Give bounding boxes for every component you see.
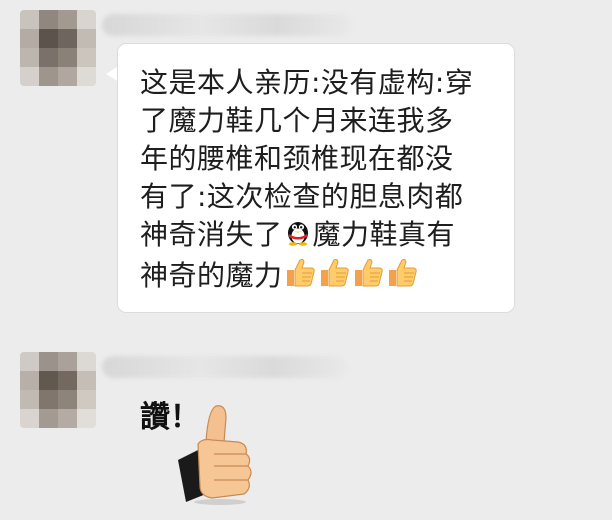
thumbs-up-emoji-icon — [351, 256, 385, 298]
thumbs-up-emoji-icon — [385, 256, 419, 298]
message-line: 有了:这次检查的胆息肉都 — [140, 180, 464, 213]
message-line: 年的腰椎和颈椎现在都没 — [140, 142, 454, 175]
message-line: 神奇消失了 — [140, 218, 283, 251]
thumbs-up-emoji-icon — [283, 256, 317, 298]
thumbs-up-hand-sticker-icon[interactable] — [172, 402, 258, 510]
sender-name-blurred — [102, 14, 352, 36]
sender-name-blurred — [102, 356, 347, 378]
thumbs-up-emoji-icon — [317, 256, 351, 298]
message-line: 神奇的魔力 — [140, 259, 283, 292]
sender-avatar[interactable] — [20, 352, 96, 428]
penguin-emoji-icon — [283, 216, 313, 256]
message-text: 这是本人亲历:没有虚构:穿 了魔力鞋几个月来连我多 年的腰椎和颈椎现在都没 有了… — [140, 64, 502, 298]
message-line: 了魔力鞋几个月来连我多 — [140, 104, 454, 137]
message-bubble[interactable]: 这是本人亲历:没有虚构:穿 了魔力鞋几个月来连我多 年的腰椎和颈椎现在都没 有了… — [118, 44, 514, 312]
message-line: 魔力鞋真有 — [312, 218, 456, 251]
sender-avatar[interactable] — [20, 10, 96, 86]
message-line: 这是本人亲历:没有虚构:穿 — [140, 66, 474, 99]
